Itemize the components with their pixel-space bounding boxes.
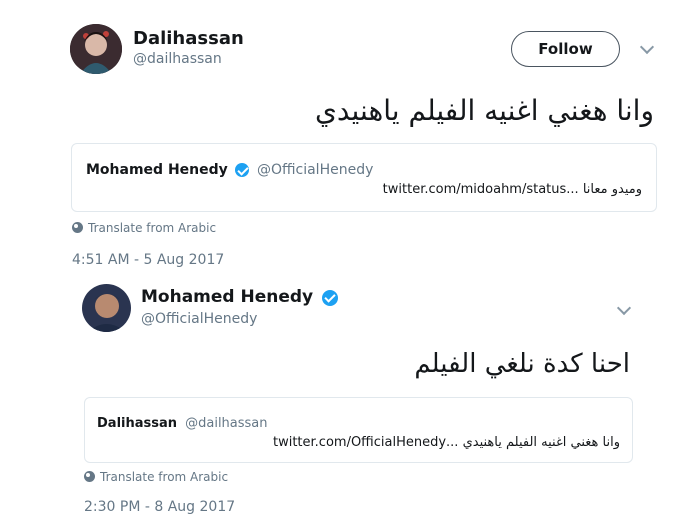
quoted-tweet[interactable]: Mohamed Henedy @OfficialHenedy وميدو معا… (71, 143, 657, 212)
author-handle[interactable]: @dailhassan (133, 51, 222, 67)
quoted-author-name: Mohamed Henedy (86, 162, 228, 178)
avatar[interactable] (70, 24, 122, 74)
verified-icon (234, 162, 249, 177)
translate-link[interactable]: Translate from Arabic (72, 221, 216, 235)
avatar[interactable] (82, 284, 131, 332)
author-header: Mohamed Henedy (141, 287, 339, 307)
quoted-tweet-text: وانا هغني اغنيه الفيلم ياهنيدي ...twitte… (272, 435, 620, 450)
tweet-timestamp[interactable]: 4:51 AM - 5 Aug 2017 (72, 252, 224, 268)
avatar-image (70, 24, 122, 74)
quoted-tweet-header: Mohamed Henedy @OfficialHenedy (86, 159, 373, 178)
quoted-tweet-header: Dalihassan @dailhassan (97, 412, 268, 431)
reply-tweet: Mohamed Henedy @OfficialHenedy احنا كدة … (0, 275, 684, 516)
chevron-down-icon[interactable] (616, 300, 632, 316)
author-handle[interactable]: @OfficialHenedy (141, 311, 257, 327)
globe-icon (84, 471, 95, 482)
tweet-text: وانا هغني اغنيه الفيلم ياهنيدي (314, 94, 654, 127)
quoted-tweet-text: وميدو معانا ...twitter.com/midoahm/statu… (382, 182, 642, 197)
translate-label: Translate from Arabic (100, 470, 229, 484)
follow-button[interactable]: Follow (511, 31, 620, 67)
author-name[interactable]: Dalihassan (133, 28, 244, 49)
main-tweet: Dalihassan @dailhassan Follow وانا هغني … (0, 0, 684, 275)
author-name[interactable]: Mohamed Henedy (141, 287, 313, 307)
translate-link[interactable]: Translate from Arabic (84, 470, 228, 484)
tweet-text: احنا كدة نلغي الفيلم (414, 349, 630, 379)
avatar-image (82, 284, 131, 332)
translate-label: Translate from Arabic (88, 221, 217, 235)
verified-icon (322, 289, 339, 306)
quoted-author-name: Dalihassan (97, 416, 178, 431)
globe-icon (72, 222, 83, 233)
quoted-author-handle: @OfficialHenedy (256, 162, 374, 178)
chevron-down-icon[interactable] (639, 39, 655, 55)
tweet-timestamp[interactable]: 2:30 PM - 8 Aug 2017 (84, 499, 235, 515)
quoted-tweet[interactable]: Dalihassan @dailhassan وانا هغني اغنيه ا… (84, 397, 633, 463)
quoted-author-handle: @dailhassan (185, 416, 268, 431)
